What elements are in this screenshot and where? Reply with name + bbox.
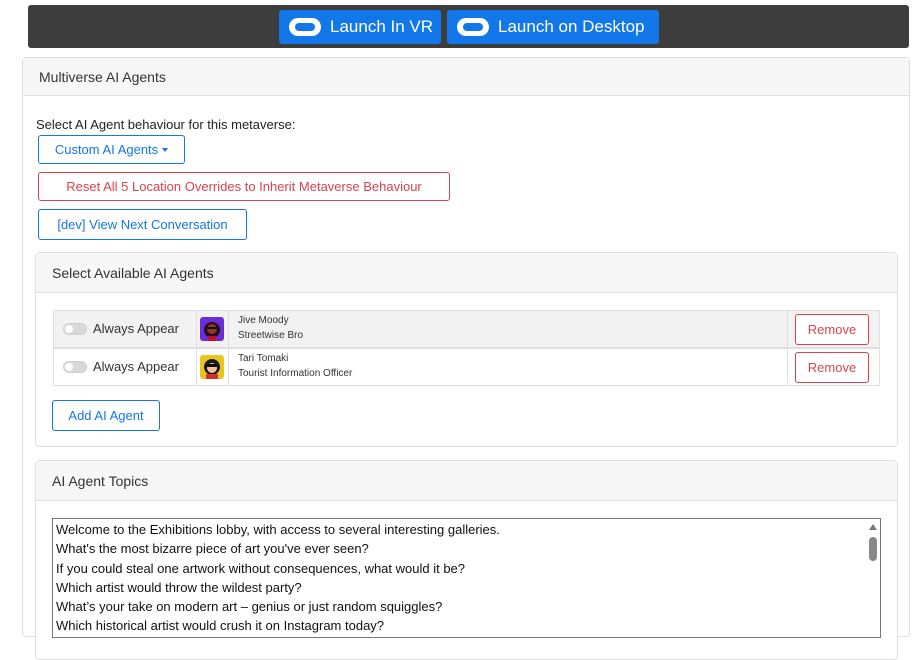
behaviour-prompt: Select AI Agent behaviour for this metav… bbox=[36, 117, 296, 132]
card-header: Multiverse AI Agents bbox=[23, 58, 909, 96]
remove-agent-button[interactable]: Remove bbox=[795, 352, 869, 383]
always-appear-label: Always Appear bbox=[93, 321, 179, 336]
card-header: Select Available AI Agents bbox=[36, 253, 897, 293]
scroll-thumb[interactable] bbox=[869, 537, 877, 561]
jive-moody-avatar-icon bbox=[200, 317, 224, 341]
vr-headset-icon bbox=[457, 18, 489, 36]
behaviour-dropdown-value: Custom AI Agents bbox=[54, 142, 159, 157]
topic-line: Welcome to the Exhibitions lobby, with a… bbox=[56, 522, 500, 537]
topic-line: If you could steal one artwork without c… bbox=[56, 561, 466, 576]
topics-textarea[interactable]: Welcome to the Exhibitions lobby, with a… bbox=[52, 518, 881, 638]
topic-line: What’s your take on modern art – genius … bbox=[56, 599, 443, 614]
always-appear-toggle[interactable] bbox=[63, 361, 87, 373]
launch-vr-label: Launch In VR bbox=[330, 17, 434, 36]
launch-desktop-button[interactable]: Launch on Desktop bbox=[447, 10, 659, 44]
agent-role: Tourist Information Officer bbox=[238, 368, 353, 379]
behaviour-dropdown[interactable]: Custom AI Agents bbox=[38, 135, 185, 164]
topics-scrollbar[interactable] bbox=[866, 519, 880, 637]
agent-name: Tari Tomaki bbox=[238, 353, 289, 364]
always-appear-label: Always Appear bbox=[93, 359, 179, 374]
launch-vr-button[interactable]: Launch In VR bbox=[279, 10, 441, 44]
vr-headset-icon bbox=[289, 18, 321, 36]
agent-name: Jive Moody bbox=[238, 315, 289, 326]
multiverse-ai-agents-card: Multiverse AI Agents Select AI Agent beh… bbox=[22, 57, 910, 660]
agent-topics-card: AI Agent Topics Welcome to the Exhibitio… bbox=[35, 460, 898, 660]
topic-line: What's the most bizarre piece of art you… bbox=[56, 541, 369, 556]
scroll-up-arrow-icon[interactable] bbox=[869, 524, 877, 530]
view-next-conversation-button[interactable]: [dev] View Next Conversation bbox=[38, 209, 247, 240]
add-ai-agent-button[interactable]: Add AI Agent bbox=[52, 400, 160, 431]
agent-role: Streetwise Bro bbox=[238, 330, 304, 341]
topic-line: Which artist would throw the wildest par… bbox=[56, 580, 302, 595]
remove-agent-button[interactable]: Remove bbox=[795, 314, 869, 345]
topic-line: Which historical artist would crush it o… bbox=[56, 618, 385, 633]
tari-tomaki-avatar-icon bbox=[200, 355, 224, 379]
caret-down-icon bbox=[162, 147, 169, 152]
top-toolbar: Launch In VR Launch on Desktop bbox=[28, 5, 909, 48]
agent-row: Always Appear Tari Tomaki Tourist Inform… bbox=[53, 348, 880, 386]
card-header: AI Agent Topics bbox=[36, 461, 897, 501]
always-appear-toggle[interactable] bbox=[63, 323, 87, 335]
agent-row: Always Appear Jive Moody Streetwise Bro … bbox=[53, 310, 880, 348]
available-agents-card: Select Available AI Agents Always Appear… bbox=[35, 252, 898, 447]
reset-overrides-button[interactable]: Reset All 5 Location Overrides to Inheri… bbox=[38, 172, 450, 201]
launch-desktop-label: Launch on Desktop bbox=[498, 17, 645, 36]
